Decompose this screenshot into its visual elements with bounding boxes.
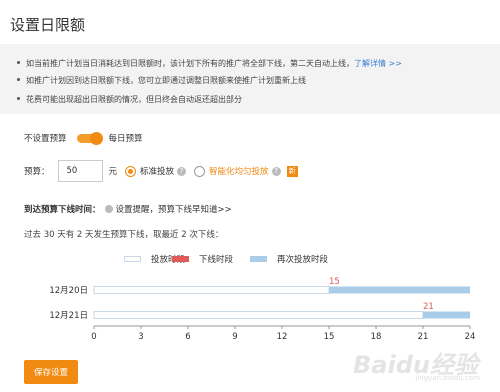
- offline-marker-label: 15: [329, 277, 340, 287]
- legend-label: 下线时段: [199, 255, 234, 265]
- bullet-icon: [17, 78, 20, 81]
- notice-item: 如当前推广计划当日消耗达到日限额时，该计划下所有的推广将全部下线，第二天自动上线…: [17, 58, 402, 69]
- learn-more-link[interactable]: 了解详情 >>: [354, 59, 402, 68]
- switch-knob: [89, 131, 103, 145]
- x-tick-label: 3: [138, 332, 143, 340]
- legend-swatch: [172, 256, 189, 262]
- standard-delivery-label: 标准投放: [140, 167, 175, 177]
- x-tick-label: 9: [232, 332, 237, 340]
- row-label: 12月20日: [49, 286, 88, 296]
- x-tick-label: 6: [185, 332, 190, 340]
- help-icon[interactable]: ?: [271, 166, 281, 176]
- budget-row: 预算： 元 标准投放 ? 智能化均匀投放 ? 新: [24, 160, 298, 182]
- smart-delivery-radio[interactable]: [194, 165, 206, 177]
- x-tick-label: 12: [277, 332, 288, 340]
- delivery-bar: [93, 286, 330, 294]
- notice-text: 如推广计划因到达日限额下线，您可立即通过调整日限额来使推广计划重新上线: [26, 76, 306, 85]
- offline-summary: 过去 30 天有 2 天发生预算下线，取最近 2 次下线：: [24, 230, 224, 240]
- daily-budget-label: 每日预算: [108, 134, 143, 144]
- notice-text: 如当前推广计划当日消耗达到日限额时，该计划下所有的推广将全部下线，第二天自动上线…: [26, 59, 354, 68]
- legend-swatch: [124, 256, 141, 262]
- notice-panel: 如当前推广计划当日消耗达到日限额时，该计划下所有的推广将全部下线，第二天自动上线…: [0, 44, 500, 114]
- offline-marker-label: 21: [423, 302, 434, 312]
- x-tick-label: 18: [371, 332, 382, 340]
- watermark-url: jingyan.baidu.com: [415, 374, 480, 382]
- legend-item-offline: 下线时段: [172, 253, 233, 265]
- offline-timeline-chart: 12月20日 15 12月21日 21 0 3 6 9 12 15 18 21 24: [49, 277, 476, 340]
- budget-toggle-row: 不设置预算 每日预算: [24, 131, 143, 145]
- smart-delivery-label: 智能化均匀投放: [209, 167, 269, 177]
- budget-input[interactable]: [57, 160, 103, 182]
- legend-label: 再次投放时段: [277, 255, 329, 265]
- bullet-icon: [17, 61, 20, 64]
- no-budget-label: 不设置预算: [24, 134, 67, 144]
- row-label: 12月21日: [49, 311, 88, 321]
- x-tick-label: 15: [324, 332, 335, 340]
- budget-unit: 元: [108, 167, 118, 177]
- offline-time-label: 到达预算下线时间：: [24, 205, 101, 215]
- notice-item: 如推广计划因到达日限额下线，您可立即通过调整日限额来使推广计划重新上线: [17, 75, 306, 86]
- reminder-icon: [104, 205, 113, 213]
- dialog-title: 设置日限额: [10, 16, 86, 34]
- x-tick-label: 0: [91, 332, 96, 340]
- x-tick-label: 21: [418, 332, 429, 340]
- notice-text: 花费可能出现超出日限额的情况，但日终会自动返还超出部分: [26, 95, 242, 104]
- reminder-link[interactable]: 设置提醒，预算下线早知道>>: [116, 203, 232, 215]
- offline-time-row: 到达预算下线时间： 设置提醒，预算下线早知道>>: [24, 203, 232, 215]
- resume-bar: [423, 311, 470, 319]
- bullet-icon: [17, 97, 20, 100]
- budget-label: 预算：: [24, 167, 50, 177]
- delivery-bar: [93, 311, 424, 319]
- resume-bar: [329, 286, 470, 294]
- legend-item-resume: 再次投放时段: [250, 253, 328, 265]
- standard-delivery-radio[interactable]: [125, 165, 137, 177]
- save-button[interactable]: 保存设置: [24, 360, 78, 384]
- help-icon[interactable]: ?: [177, 166, 187, 176]
- x-tick-label: 24: [465, 332, 476, 340]
- new-badge: 新: [286, 165, 298, 177]
- legend-swatch: [250, 256, 267, 262]
- budget-switch[interactable]: [76, 131, 103, 145]
- notice-item: 花费可能出现超出日限额的情况，但日终会自动返还超出部分: [17, 94, 242, 105]
